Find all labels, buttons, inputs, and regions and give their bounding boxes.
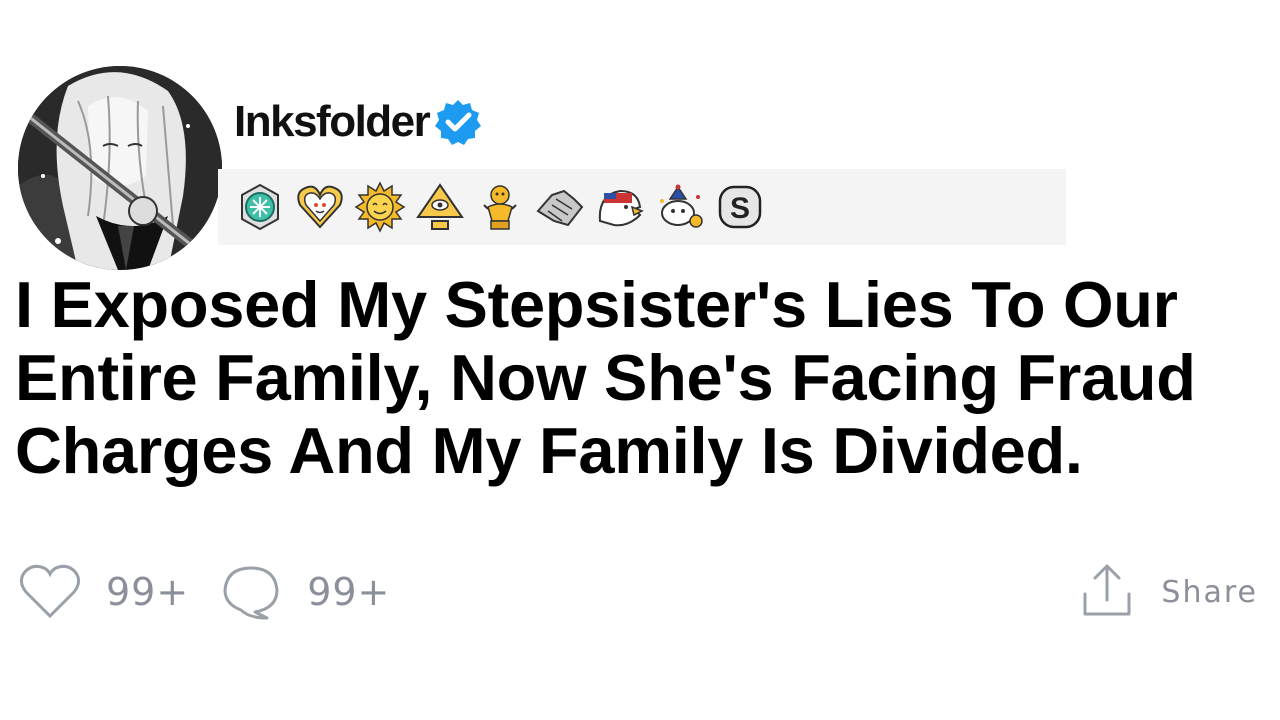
silver-s-award-icon[interactable]: S — [714, 181, 766, 233]
username[interactable]: Inksfolder — [234, 96, 431, 148]
avatar-illustration — [18, 66, 222, 270]
illuminati-pyramid-award-icon[interactable] — [414, 181, 466, 233]
share-label: Share — [1161, 574, 1258, 610]
eagle-flag-award-icon[interactable] — [594, 181, 646, 233]
likes-count: 99+ — [106, 570, 190, 614]
awards-bar: S — [218, 169, 1066, 245]
gold-trophy-award-icon[interactable] — [474, 181, 526, 233]
post-card: Inksfolder S I Exposed My Stepsister's L… — [0, 0, 1280, 720]
share-button[interactable]: Share — [1075, 560, 1258, 624]
verified-badge-icon — [435, 100, 482, 145]
helpful-award-icon[interactable] — [234, 181, 286, 233]
wholesome-heart-award-icon[interactable] — [294, 181, 346, 233]
avatar[interactable] — [18, 66, 222, 270]
author-name-row: Inksfolder — [234, 96, 483, 148]
handshake-award-icon[interactable] — [534, 181, 586, 233]
post-actions: 99+ 99+ Share — [18, 560, 1258, 624]
share-upload-icon — [1083, 564, 1131, 616]
snoo-party-award-icon[interactable] — [654, 181, 706, 233]
svg-text:S: S — [730, 192, 750, 225]
comments-count: 99+ — [307, 570, 391, 614]
post-title: I Exposed My Stepsister's Lies To Our En… — [15, 268, 1196, 487]
heart-icon[interactable] — [18, 560, 82, 624]
comment-bubble-icon[interactable] — [219, 560, 283, 624]
sun-award-icon[interactable] — [354, 181, 406, 233]
